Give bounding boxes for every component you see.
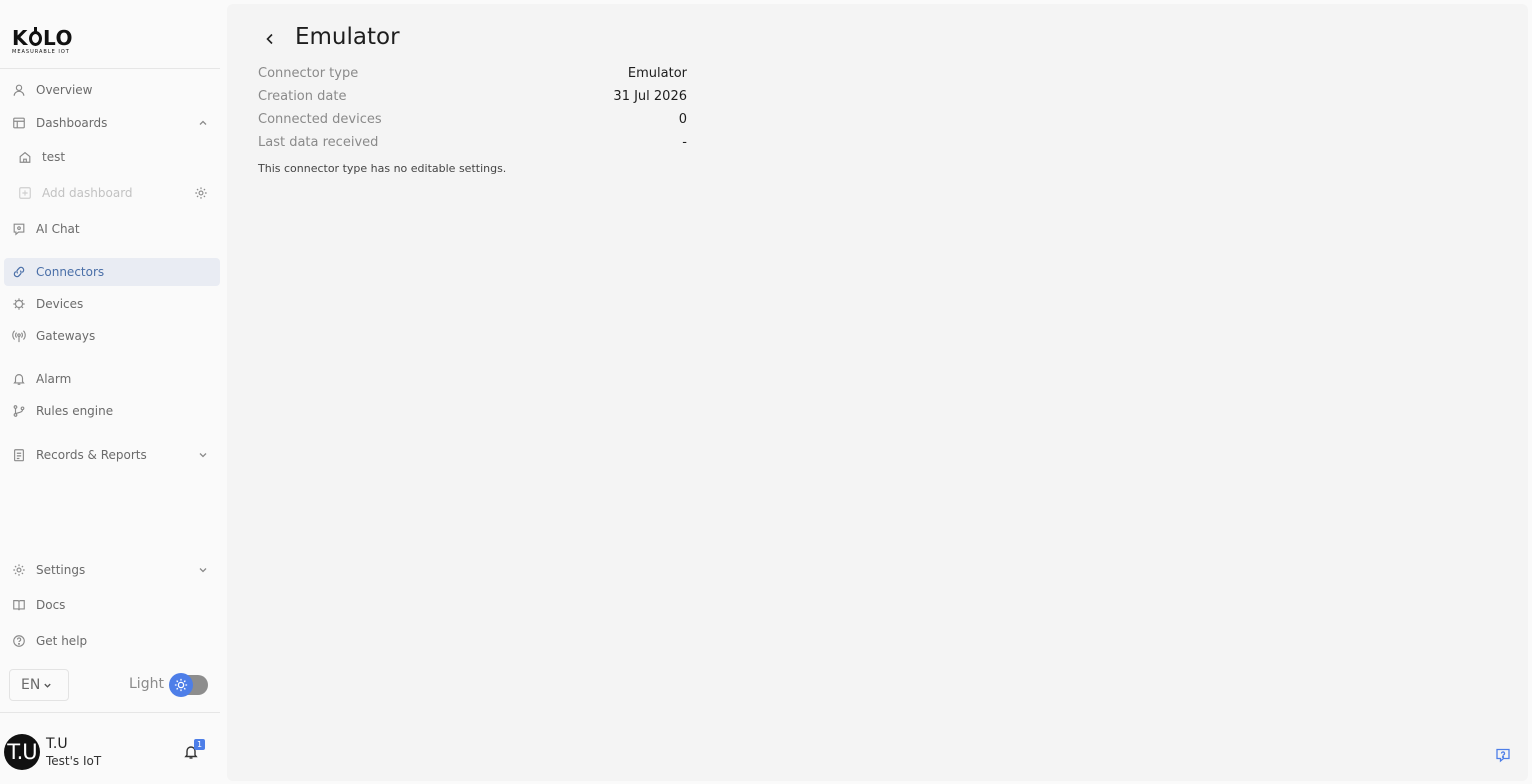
home-icon <box>19 151 31 163</box>
plus-square-icon <box>19 187 31 199</box>
kilo-logo[interactable]: K LO MEASURABLE IOT <box>12 26 82 55</box>
sidebar-item-gateways[interactable]: Gateways <box>4 322 220 350</box>
logo-letters-lo: LO <box>43 26 74 50</box>
sidebar-item-dashboard-test[interactable]: test <box>4 143 220 171</box>
detail-row-last-data-received: Last data received - <box>258 131 687 154</box>
sidebar-item-label: Devices <box>36 297 84 311</box>
chevron-up-icon <box>199 120 207 125</box>
sidebar-item-ai-chat[interactable]: AI Chat <box>4 215 220 243</box>
page-title: Emulator <box>295 24 400 50</box>
detail-value: - <box>682 135 687 150</box>
theme-toggle[interactable] <box>169 673 208 697</box>
chevron-down-icon <box>44 683 52 688</box>
notification-badge: 1 <box>194 739 205 750</box>
sidebar-item-label: Records & Reports <box>36 448 147 462</box>
language-value: EN <box>21 677 41 693</box>
language-select[interactable]: EN <box>9 669 69 701</box>
sidebar-item-docs[interactable]: Docs <box>4 591 220 619</box>
support-chat-icon[interactable] <box>1495 747 1511 763</box>
sidebar-item-dashboards[interactable]: Dashboards <box>4 109 220 137</box>
avatar[interactable]: T.U <box>4 734 40 770</box>
detail-label: Creation date <box>258 89 347 104</box>
sidebar-item-add-dashboard[interactable]: Add dashboard <box>4 179 220 207</box>
sidebar-item-label: AI Chat <box>36 222 80 236</box>
sidebar: K LO MEASURABLE IOT Overview Dashboards t… <box>0 0 227 784</box>
branch-icon <box>13 405 25 417</box>
sidebar-divider <box>0 68 220 69</box>
detail-label: Connected devices <box>258 112 382 127</box>
sidebar-item-label: Gateways <box>36 329 96 343</box>
book-icon <box>13 600 25 611</box>
user-icon <box>13 84 25 96</box>
sidebar-item-records-reports[interactable]: Records & Reports <box>4 441 220 469</box>
antenna-icon <box>12 330 26 343</box>
sidebar-item-label: Alarm <box>36 372 72 386</box>
sidebar-item-get-help[interactable]: Get help <box>4 627 220 655</box>
detail-value: 0 <box>678 112 687 127</box>
sidebar-item-label: Settings <box>36 563 86 577</box>
sidebar-item-devices[interactable]: Devices <box>4 290 220 318</box>
sidebar-item-label: Dashboards <box>36 116 108 130</box>
gear-icon <box>13 564 25 576</box>
user-divider <box>0 712 220 713</box>
bell-icon <box>13 374 25 385</box>
user-name: T.U <box>46 736 68 752</box>
main-content: Emulator Connector type Emulator Creatio… <box>227 4 1528 781</box>
sidebar-item-label: Add dashboard <box>42 186 133 200</box>
chevron-down-icon <box>199 568 207 573</box>
sidebar-item-label: Connectors <box>36 265 105 279</box>
sidebar-item-rules-engine[interactable]: Rules engine <box>4 397 220 425</box>
detail-value: Emulator <box>627 66 687 81</box>
link-icon <box>13 266 25 278</box>
sidebar-item-overview[interactable]: Overview <box>4 76 220 104</box>
sidebar-item-alarm[interactable]: Alarm <box>4 365 220 393</box>
sidebar-item-label: Overview <box>36 83 93 97</box>
back-arrow-icon[interactable] <box>262 31 278 47</box>
user-organization: Test's IoT <box>46 754 102 768</box>
clipboard-icon <box>14 449 24 462</box>
detail-label: Last data received <box>258 135 379 150</box>
detail-row-connected-devices: Connected devices 0 <box>258 108 687 131</box>
logo-letter-k: K <box>12 26 28 50</box>
dashboard-settings-gear-icon[interactable] <box>194 186 208 200</box>
sidebar-item-label: test <box>42 150 66 164</box>
sidebar-item-label: Rules engine <box>36 404 114 418</box>
help-circle-icon <box>13 635 25 647</box>
sun-icon <box>169 673 193 697</box>
chip-icon <box>13 298 25 310</box>
connector-details: Connector type Emulator Creation date 31… <box>258 62 687 154</box>
logo-ring-icon <box>29 26 42 46</box>
sidebar-item-label: Docs <box>36 598 66 612</box>
settings-note: This connector type has no editable sett… <box>258 162 507 175</box>
layout-icon <box>13 117 25 129</box>
chevron-down-icon <box>199 453 207 458</box>
theme-label: Light <box>129 676 164 692</box>
detail-row-connector-type: Connector type Emulator <box>258 62 687 85</box>
detail-row-creation-date: Creation date 31 Jul 2026 <box>258 85 687 108</box>
chat-icon <box>13 223 25 236</box>
detail-label: Connector type <box>258 66 359 81</box>
sidebar-item-settings[interactable]: Settings <box>4 556 220 584</box>
sidebar-item-connectors[interactable]: Connectors <box>4 258 220 286</box>
detail-value: 31 Jul 2026 <box>613 89 687 104</box>
sidebar-item-label: Get help <box>36 634 88 648</box>
